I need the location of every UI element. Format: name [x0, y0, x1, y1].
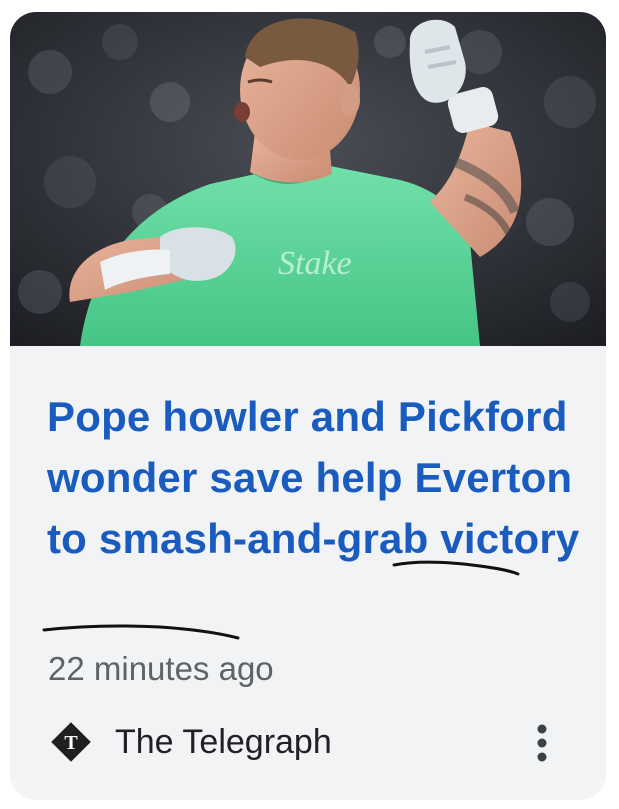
shirt-sponsor-text: Stake	[278, 245, 352, 282]
more-vert-icon	[537, 724, 547, 762]
news-card[interactable]: Stake Pope howler and Pickford wonder sa…	[10, 12, 606, 800]
telegraph-logo-icon: T	[51, 722, 91, 762]
svg-text:T: T	[64, 732, 78, 754]
article-image[interactable]: Stake	[10, 12, 606, 346]
more-options-button[interactable]	[522, 718, 562, 768]
article-source[interactable]: T The Telegraph	[47, 718, 332, 766]
source-name: The Telegraph	[115, 722, 332, 761]
article-headline[interactable]: Pope howler and Pickford wonder save hel…	[47, 386, 587, 569]
goalkeeper-celebration-image: Stake	[10, 12, 606, 346]
article-timestamp: 22 minutes ago	[48, 650, 274, 687]
